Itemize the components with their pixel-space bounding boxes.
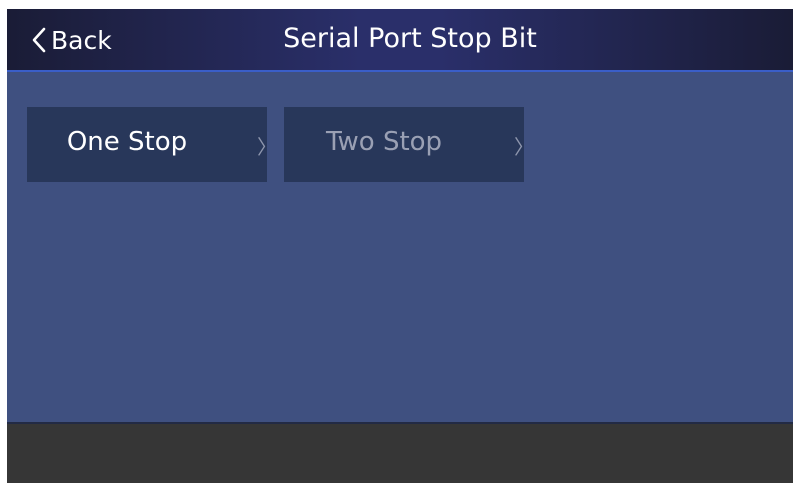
- footer-bar: [7, 422, 793, 483]
- option-label: One Stop: [66, 127, 188, 157]
- chevron-right-icon: 〉: [514, 135, 534, 159]
- option-one-stop[interactable]: One Stop 〉: [27, 107, 277, 182]
- device-screen: Back Serial Port Stop Bit One Stop 〉 Two…: [7, 9, 793, 483]
- chevron-right-icon: 〉: [257, 135, 277, 159]
- page-title: Serial Port Stop Bit: [283, 23, 537, 54]
- option-two-stop[interactable]: Two Stop 〉: [284, 107, 534, 182]
- options-panel: One Stop 〉 Two Stop 〉: [7, 72, 793, 422]
- header-bar: Back Serial Port Stop Bit: [7, 9, 793, 72]
- option-label: Two Stop: [325, 127, 443, 157]
